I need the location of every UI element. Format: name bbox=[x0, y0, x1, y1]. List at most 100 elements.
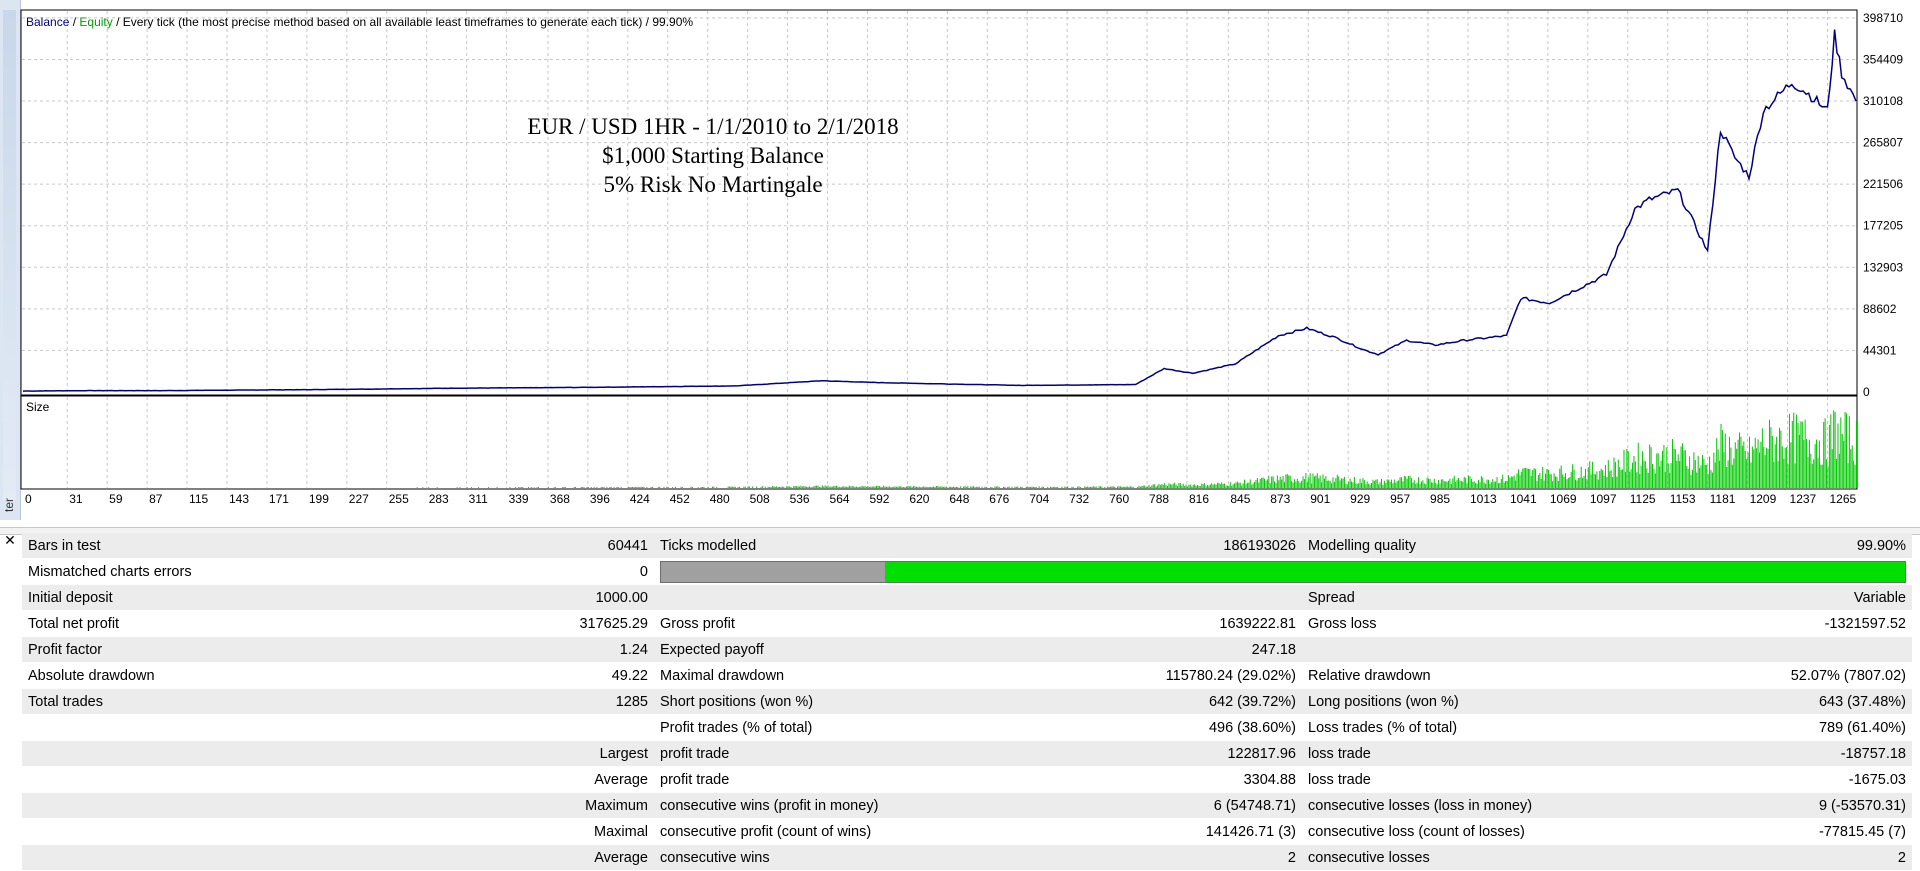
size-bar bbox=[1502, 474, 1504, 488]
size-bar bbox=[953, 486, 955, 488]
size-bar bbox=[1272, 476, 1274, 488]
size-bar bbox=[1821, 464, 1823, 488]
size-bar bbox=[749, 486, 751, 488]
size-bar bbox=[917, 486, 919, 488]
size-bar bbox=[891, 486, 893, 488]
size-bar bbox=[1844, 411, 1846, 488]
side-rail[interactable]: ter bbox=[0, 0, 21, 520]
size-bar bbox=[1020, 486, 1022, 488]
size-bar bbox=[602, 487, 604, 488]
size-bar bbox=[836, 485, 838, 488]
y-tick-label: 354409 bbox=[1863, 52, 1903, 66]
size-bar bbox=[985, 487, 987, 488]
size-bar bbox=[1089, 486, 1091, 488]
size-bar bbox=[527, 486, 529, 488]
size-bar bbox=[700, 486, 702, 488]
overlay-line-2: $1,000 Starting Balance bbox=[602, 143, 824, 168]
size-bar bbox=[1816, 439, 1818, 488]
size-bar bbox=[1469, 476, 1471, 488]
size-bar bbox=[1537, 474, 1539, 488]
size-bar bbox=[553, 487, 555, 488]
size-bar bbox=[1051, 487, 1053, 488]
x-tick-label: 901 bbox=[1310, 492, 1330, 506]
report-label bbox=[22, 844, 512, 871]
size-bar bbox=[1279, 476, 1281, 488]
size-bar bbox=[1761, 428, 1763, 488]
size-bar bbox=[1192, 484, 1194, 488]
size-bar bbox=[1629, 471, 1631, 488]
size-bar bbox=[1442, 479, 1444, 488]
size-bar bbox=[1015, 486, 1017, 488]
size-bar bbox=[844, 486, 846, 488]
size-bar bbox=[907, 485, 909, 488]
size-bar bbox=[737, 487, 739, 488]
x-tick-label: 704 bbox=[1029, 492, 1049, 506]
size-bar bbox=[1436, 484, 1438, 488]
size-bar bbox=[1788, 413, 1790, 488]
size-bar bbox=[990, 487, 992, 488]
x-tick-label: 592 bbox=[869, 492, 889, 506]
size-bar bbox=[1622, 469, 1624, 488]
size-bar bbox=[1803, 439, 1805, 488]
legend-equity: Equity bbox=[79, 15, 112, 29]
size-bar bbox=[834, 486, 836, 488]
size-bar bbox=[1786, 447, 1788, 488]
size-bar bbox=[1787, 464, 1789, 488]
size-bar bbox=[1569, 477, 1571, 488]
size-bar bbox=[1470, 478, 1472, 488]
size-bar bbox=[1201, 483, 1203, 488]
size-bar bbox=[824, 485, 826, 488]
size-bar bbox=[613, 487, 615, 488]
size-bar bbox=[1181, 485, 1183, 488]
size-bar bbox=[1656, 453, 1658, 488]
size-bar bbox=[1430, 482, 1432, 488]
size-bar bbox=[1376, 479, 1378, 488]
size-bar bbox=[1362, 478, 1364, 488]
size-bar bbox=[1653, 468, 1655, 488]
size-bar bbox=[1252, 483, 1254, 488]
x-tick-label: 1181 bbox=[1710, 492, 1736, 506]
size-bar bbox=[970, 486, 972, 488]
size-bar bbox=[1199, 486, 1201, 488]
size-bar bbox=[940, 486, 942, 488]
size-bar bbox=[1296, 478, 1298, 488]
size-bar bbox=[848, 485, 850, 488]
x-tick-label: 1013 bbox=[1470, 492, 1497, 506]
size-bar bbox=[804, 486, 806, 488]
size-bar bbox=[965, 486, 967, 488]
size-bar bbox=[1011, 486, 1013, 488]
x-tick-label: 564 bbox=[830, 492, 850, 506]
report-label: Profit trades (% of total) bbox=[654, 714, 1124, 741]
size-bar bbox=[1352, 482, 1354, 488]
report-value: 122817.96 bbox=[1124, 740, 1302, 767]
size-bar bbox=[817, 485, 819, 488]
report-label bbox=[22, 818, 512, 845]
size-bar bbox=[1659, 466, 1661, 488]
size-bar bbox=[1670, 463, 1672, 488]
size-bar bbox=[1497, 483, 1499, 488]
size-bar bbox=[1358, 483, 1360, 488]
size-bar bbox=[1602, 470, 1604, 488]
size-bar bbox=[1740, 436, 1742, 488]
size-bar bbox=[1014, 486, 1016, 488]
size-bar bbox=[1828, 424, 1830, 488]
x-tick-label: 1153 bbox=[1670, 492, 1696, 506]
x-axis-ticks: 0 31 59 87 115 143 171 199 227 255 283 311 339 368 396… bbox=[25, 492, 1856, 506]
x-tick-label: 985 bbox=[1430, 492, 1450, 506]
size-bar bbox=[955, 486, 957, 488]
close-icon[interactable]: ✕ bbox=[2, 532, 18, 548]
size-bar bbox=[1791, 420, 1793, 488]
size-bar bbox=[801, 486, 803, 488]
size-bar bbox=[1614, 462, 1616, 488]
size-bar bbox=[1673, 448, 1675, 488]
size-bar bbox=[1680, 446, 1682, 488]
size-bar bbox=[711, 486, 713, 488]
size-bar bbox=[1535, 469, 1537, 488]
progress-track bbox=[660, 560, 1906, 583]
size-bar bbox=[1539, 472, 1541, 488]
overlay-line-3: 5% Risk No Martingale bbox=[603, 172, 822, 197]
size-bar bbox=[1566, 479, 1568, 488]
size-bar bbox=[1127, 486, 1129, 488]
size-bar bbox=[1637, 442, 1639, 488]
size-bar bbox=[1574, 479, 1576, 488]
